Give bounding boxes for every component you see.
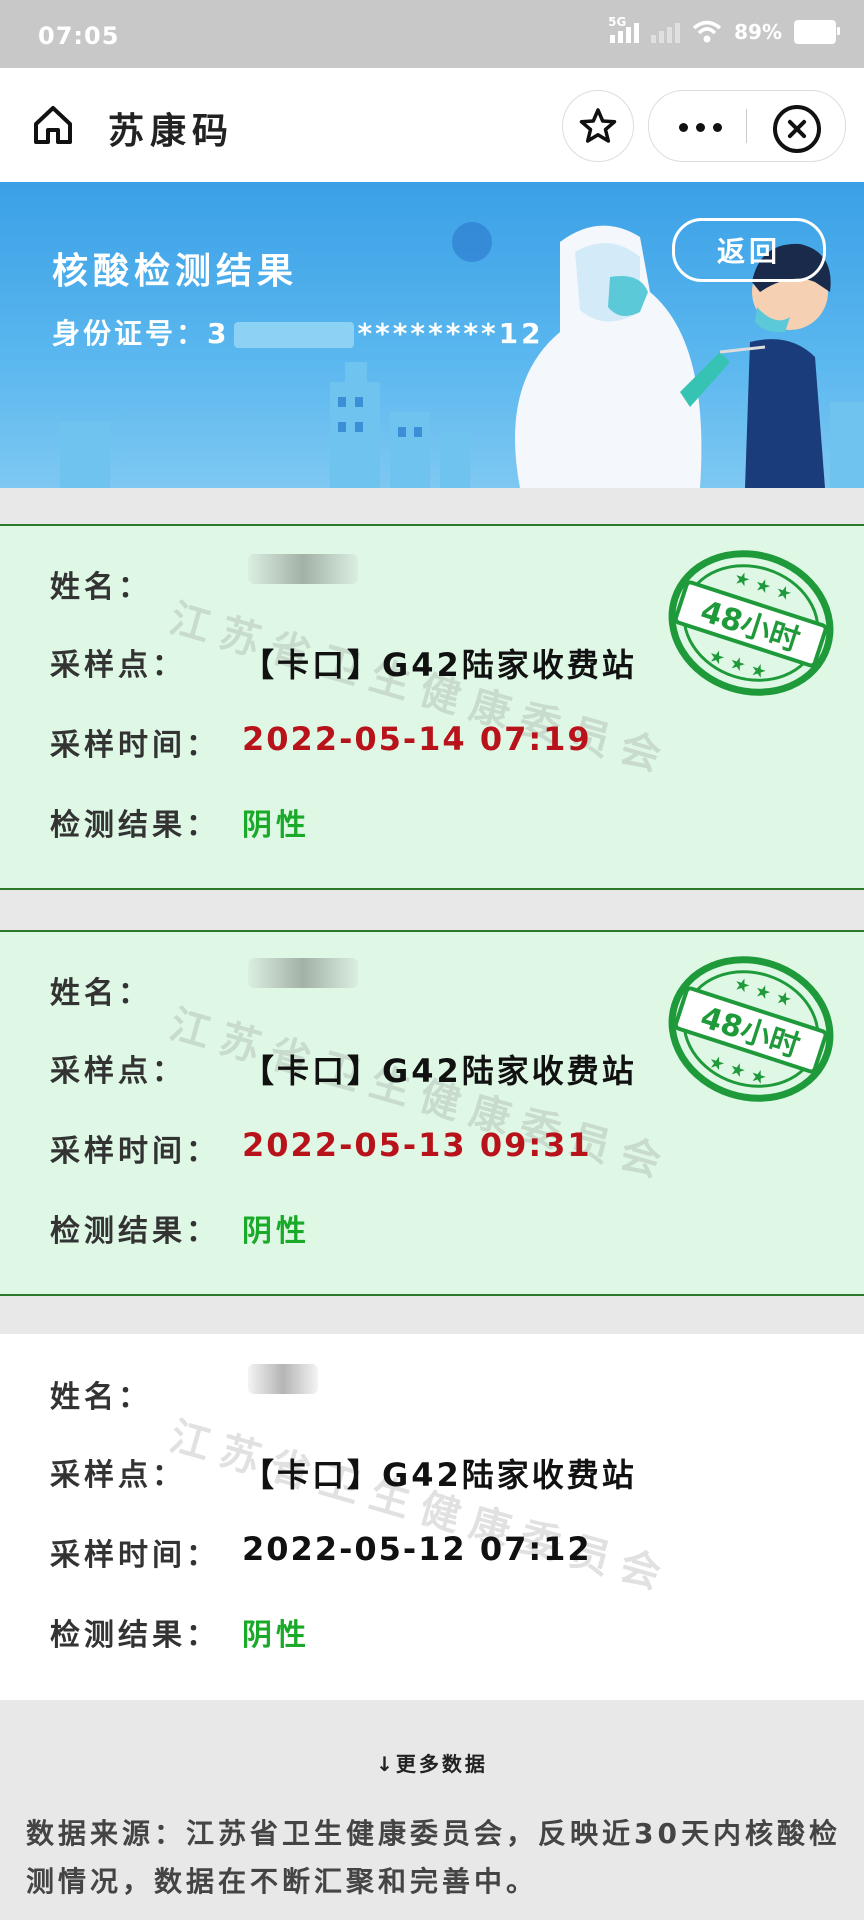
site-label: 采样点： (50, 1458, 186, 1493)
id-number-row: 身份证号：3 ********12 (52, 312, 544, 352)
site-row: 采样点： 【卡口】G42陆家收费站 (50, 640, 634, 684)
time-label: 采样时间： (50, 1538, 220, 1573)
capsule-menu (648, 90, 846, 162)
record-card: 江苏省卫生健康委员会 姓名： 采样点： 【卡口】G42陆家收费站 采样时间： 2… (0, 930, 864, 1296)
status-icons: 5G 89% (608, 15, 840, 44)
time-value: 2022-05-13 09:31 (242, 1126, 592, 1164)
data-source-note: 数据来源：江苏省卫生健康委员会，反映近30天内核酸检测情况，数据在不断汇聚和完善… (26, 1817, 841, 1898)
time-value: 2022-05-12 07:12 (242, 1530, 592, 1568)
status-bar: 07:05 5G 89% (0, 0, 864, 68)
site-value: 【卡口】G42陆家收费站 (242, 1052, 637, 1090)
time-label: 采样时间： (50, 728, 220, 763)
name-redacted (248, 1364, 318, 1394)
id-prefix: 3 (207, 317, 230, 350)
site-value: 【卡口】G42陆家收费站 (242, 1456, 637, 1494)
result-row: 检测结果： 阴性 (50, 800, 306, 844)
battery-icon (794, 20, 840, 44)
close-button[interactable] (773, 105, 821, 153)
name-redacted (248, 958, 358, 988)
banner-heading: 核酸检测结果 (52, 250, 299, 292)
result-row: 检测结果： 阴性 (50, 1206, 306, 1250)
result-value: 阴性 (242, 1618, 310, 1653)
name-label: 姓名： (50, 976, 152, 1011)
site-value: 【卡口】G42陆家收费站 (242, 646, 637, 684)
result-row: 检测结果： 阴性 (50, 1610, 306, 1654)
time-row: 采样时间： 2022-05-13 09:31 (50, 1126, 590, 1170)
status-time: 07:05 (38, 22, 120, 50)
favorite-button[interactable] (562, 90, 634, 162)
id-redacted-block (233, 322, 354, 348)
secondary-signal-icon (651, 21, 681, 43)
wifi-icon (692, 20, 722, 43)
record-card: 江苏省卫生健康委员会 姓名： 采样点： 【卡口】G42陆家收费站 采样时间： 2… (0, 524, 864, 890)
mini-program-header: 苏康码 (0, 68, 864, 182)
time-label: 采样时间： (50, 1134, 220, 1169)
star-icon (579, 108, 617, 143)
home-icon[interactable] (30, 102, 76, 148)
site-row: 采样点： 【卡口】G42陆家收费站 (50, 1450, 634, 1494)
name-row: 姓名： (50, 1372, 152, 1416)
name-row: 姓名： (50, 968, 152, 1012)
more-options-button[interactable] (679, 123, 722, 132)
result-label: 检测结果： (50, 808, 220, 843)
result-label: 检测结果： (50, 1214, 220, 1249)
48-hour-stamp: 48小时 ★ ★ ★ ★ ★ ★ (668, 550, 834, 696)
battery-percent: 89% (734, 20, 782, 44)
48-hour-stamp: 48小时 ★ ★ ★ ★ ★ ★ (668, 956, 834, 1102)
capsule-divider (746, 109, 747, 143)
result-value: 阴性 (242, 1214, 310, 1249)
id-label: 身份证号： (52, 317, 208, 350)
site-label: 采样点： (50, 648, 186, 683)
name-row: 姓名： (50, 562, 152, 606)
result-banner: 核酸检测结果 身份证号：3 ********12 返回 (0, 182, 864, 488)
name-label: 姓名： (50, 1380, 152, 1415)
record-card: 江苏省卫生健康委员会 姓名： 采样点： 【卡口】G42陆家收费站 采样时间： 2… (0, 1334, 864, 1700)
time-value: 2022-05-14 07:19 (242, 720, 592, 758)
back-label: 返回 (716, 235, 781, 268)
network-type: 5G (608, 15, 627, 29)
site-row: 采样点： 【卡口】G42陆家收费站 (50, 1046, 634, 1090)
back-button[interactable]: 返回 (672, 218, 826, 282)
name-redacted (248, 554, 358, 584)
result-label: 检测结果： (50, 1618, 220, 1653)
load-more-link[interactable]: ↓更多数据 (0, 1748, 864, 1777)
site-label: 采样点： (50, 1054, 186, 1089)
name-label: 姓名： (50, 570, 152, 605)
id-masked-number: ********12 (357, 317, 544, 350)
result-value: 阴性 (242, 808, 310, 843)
time-row: 采样时间： 2022-05-14 07:19 (50, 720, 590, 764)
page-title: 苏康码 (108, 110, 235, 152)
watermark: 江苏省卫生健康委员会 (164, 1412, 678, 1602)
time-row: 采样时间： 2022-05-12 07:12 (50, 1530, 590, 1574)
cellular-signal-icon: 5G (608, 15, 640, 43)
